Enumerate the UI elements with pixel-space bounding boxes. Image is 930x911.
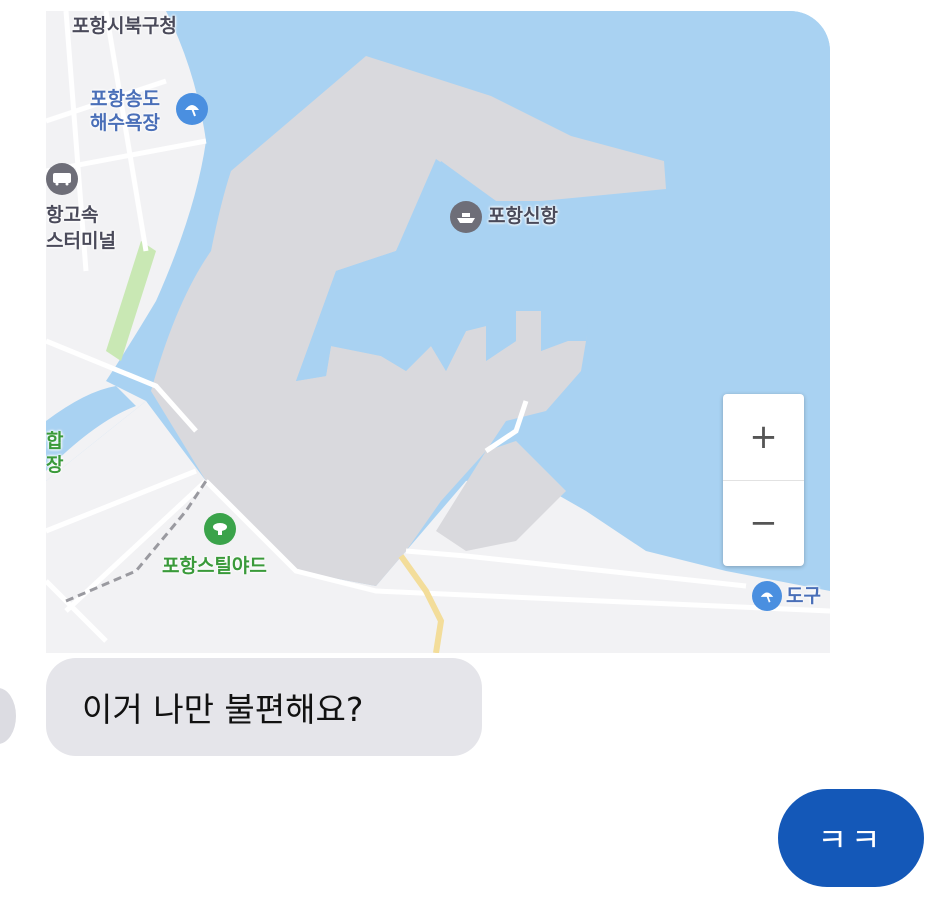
- zoom-out-button[interactable]: −: [723, 480, 804, 566]
- incoming-message-text: 이거 나만 불편해요?: [82, 690, 364, 729]
- map-card[interactable]: 포항시북구청 포항송도 해수욕장 항고속 스터미널 포항신항 합 장 포항스틸야…: [46, 11, 830, 653]
- chat-screen: 포항시북구청 포항송도 해수욕장 항고속 스터미널 포항신항 합 장 포항스틸야…: [0, 0, 930, 911]
- left-edge-label-line1[interactable]: 합: [46, 429, 63, 454]
- left-edge-label-line2[interactable]: 장: [46, 453, 63, 478]
- beach-umbrella-icon[interactable]: [176, 93, 208, 125]
- songdo-beach-label-line1[interactable]: 포항송도: [90, 87, 160, 112]
- incoming-message-bubble[interactable]: 이거 나만 불편해요?: [46, 658, 482, 756]
- outgoing-message-text: ㅋㅋ: [817, 821, 885, 859]
- bus-terminal-label-line2[interactable]: 스터미널: [46, 229, 116, 254]
- songdo-beach-label-line2[interactable]: 해수욕장: [90, 111, 160, 136]
- zoom-in-button[interactable]: +: [723, 394, 804, 481]
- dogu-beach-label[interactable]: 도구: [786, 584, 821, 609]
- buk-gu-office-label[interactable]: 포항시북구청: [72, 14, 177, 39]
- bus-terminal-label-line1[interactable]: 항고속: [46, 203, 98, 228]
- new-port-label[interactable]: 포항신항: [488, 204, 558, 229]
- dogu-beach-icon[interactable]: [752, 581, 782, 611]
- avatar[interactable]: [0, 688, 16, 744]
- ship-icon[interactable]: [450, 201, 482, 233]
- outgoing-message-bubble[interactable]: ㅋㅋ: [778, 789, 924, 887]
- steel-yard-label[interactable]: 포항스틸야드: [162, 554, 267, 579]
- stadium-icon[interactable]: [204, 513, 236, 545]
- bus-icon[interactable]: [46, 163, 78, 195]
- zoom-control: + −: [723, 394, 804, 566]
